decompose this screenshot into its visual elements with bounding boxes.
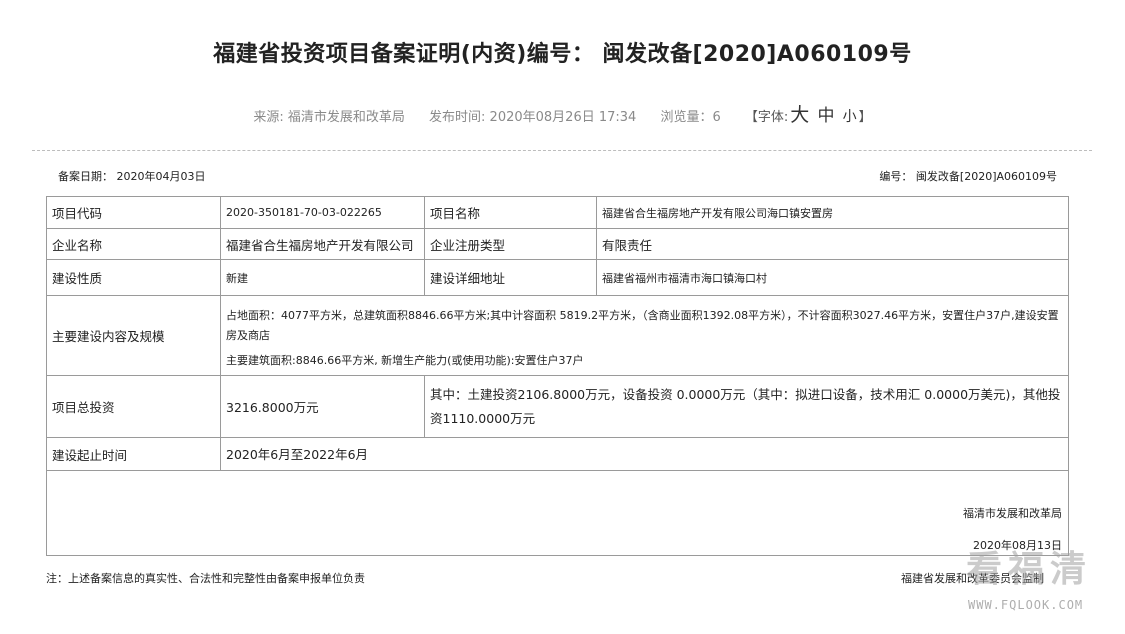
dashed-divider <box>32 150 1092 151</box>
period-value: 2020年6月至2022年6月 <box>220 437 1069 471</box>
source-label: 来源: 福清市发展和改革局 <box>253 110 405 125</box>
table-row: 企业名称 福建省合生福房地产开发有限公司 企业注册类型 有限责任 <box>46 228 1069 260</box>
watermark-url: WWW.FQLOOK.COM <box>968 598 1084 612</box>
reg-type-label: 企业注册类型 <box>424 228 597 260</box>
company-value: 福建省合生福房地产开发有限公司 <box>220 228 425 260</box>
font-size-label-open: 【字体: <box>744 110 789 125</box>
investment-value: 3216.8000万元 <box>220 375 425 438</box>
view-count: 浏览量：6 <box>660 110 721 125</box>
nature-label: 建设性质 <box>46 259 221 296</box>
company-label: 企业名称 <box>46 228 221 260</box>
nature-value: 新建 <box>220 259 425 296</box>
table-row: 项目总投资 3216.8000万元 其中：土建投资2106.8000万元，设备投… <box>46 375 1069 438</box>
table-row: 建设性质 新建 建设详细地址 福建省福州市福清市海口镇海口村 <box>46 259 1069 296</box>
signature-cell: 福清市发展和改革局 2020年08月13日 <box>46 470 1069 556</box>
table-row: 建设起止时间 2020年6月至2022年6月 <box>46 437 1069 471</box>
record-number: 编号： 闽发改备[2020]A060109号 <box>879 170 1057 183</box>
table-row: 项目代码 2020-350181-70-03-022265 项目名称 福建省合生… <box>46 196 1069 229</box>
record-date: 备案日期： 2020年04月03日 <box>58 170 206 183</box>
table-row: 福清市发展和改革局 2020年08月13日 <box>46 470 1069 556</box>
filing-table: 项目代码 2020-350181-70-03-022265 项目名称 福建省合生… <box>46 196 1069 556</box>
investment-label: 项目总投资 <box>46 375 221 438</box>
disclaimer-note: 注：上述备案信息的真实性、合法性和完整性由备案申报单位负责 <box>46 572 365 585</box>
scale-label: 主要建设内容及规模 <box>46 295 221 376</box>
table-row: 主要建设内容及规模 占地面积：4077平方米，总建筑面积8846.66平方米;其… <box>46 295 1069 376</box>
project-name-value: 福建省合生福房地产开发有限公司海口镇安置房 <box>596 196 1069 229</box>
font-size-switcher: 【字体: 大 中 小】 <box>744 104 872 126</box>
address-label: 建设详细地址 <box>424 259 597 296</box>
font-size-label-close: 】 <box>858 110 872 125</box>
project-code-label: 项目代码 <box>46 196 221 229</box>
watermark-logo: 看福清 <box>966 549 1093 590</box>
project-code-value: 2020-350181-70-03-022265 <box>220 196 425 229</box>
scale-value: 占地面积：4077平方米，总建筑面积8846.66平方米;其中计容面积 5819… <box>220 295 1069 376</box>
address-value: 福建省福州市福清市海口镇海口村 <box>596 259 1069 296</box>
publish-time: 发布时间: 2020年08月26日 17:34 <box>429 110 637 125</box>
font-size-medium-link[interactable]: 中 <box>817 106 834 126</box>
scale-text-1: 占地面积：4077平方米，总建筑面积8846.66平方米;其中计容面积 5819… <box>226 308 1059 342</box>
investment-detail: 其中：土建投资2106.8000万元，设备投资 0.0000万元（其中：拟进口设… <box>424 375 1069 438</box>
reg-type-value: 有限责任 <box>596 228 1069 260</box>
article-meta: 来源: 福清市发展和改革局 发布时间: 2020年08月26日 17:34 浏览… <box>0 100 1125 127</box>
page-title: 福建省投资项目备案证明(内资)编号： 闽发改备[2020]A060109号 <box>213 42 912 67</box>
issuing-authority: 福清市发展和改革局 <box>963 507 1062 520</box>
scale-text-2: 主要建筑面积:8846.66平方米, 新增生产能力(或使用功能):安置住户37户 <box>226 353 584 367</box>
project-name-label: 项目名称 <box>424 196 597 229</box>
period-label: 建设起止时间 <box>46 437 221 471</box>
font-size-big-link[interactable]: 大 <box>790 104 809 126</box>
font-size-small-link[interactable]: 小 <box>843 109 857 125</box>
